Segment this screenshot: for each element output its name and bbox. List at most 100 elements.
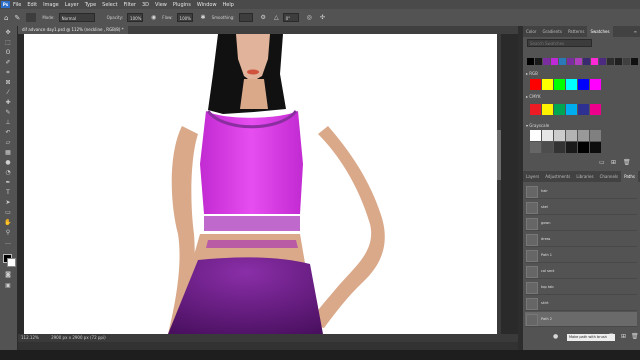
new-swatch-icon[interactable]: ⊞ (611, 159, 616, 166)
recent-swatch[interactable] (559, 58, 566, 65)
rgb-swatch[interactable] (530, 79, 541, 90)
smoothing-field[interactable] (238, 13, 253, 22)
history-brush-tool-icon[interactable]: ↶ (3, 129, 13, 136)
menu-help[interactable]: Help (223, 2, 234, 8)
recent-swatch[interactable] (567, 58, 574, 65)
path-item[interactable]: dress (525, 232, 637, 247)
rgb-swatch[interactable] (578, 79, 589, 90)
screen-mode-icon[interactable]: ▣ (3, 282, 13, 289)
recent-swatch[interactable] (615, 58, 622, 65)
vertical-scroll-thumb[interactable] (497, 130, 501, 180)
menu-layer[interactable]: Layer (65, 2, 79, 8)
symmetry-icon[interactable]: ✣ (320, 14, 325, 21)
brush-preset-picker[interactable] (26, 13, 37, 22)
recent-swatch[interactable] (591, 58, 598, 65)
more-tools-icon[interactable]: … (3, 239, 13, 246)
tab-paths[interactable]: Paths (621, 171, 638, 182)
path-item[interactable]: Path 2 (525, 312, 637, 327)
menu-filter[interactable]: Filter (124, 2, 136, 8)
gradient-tool-icon[interactable]: ▦ (3, 149, 13, 156)
grayscale-swatch[interactable] (578, 130, 589, 141)
recent-swatch[interactable] (583, 58, 590, 65)
grayscale-swatch[interactable] (542, 130, 553, 141)
menu-plugins[interactable]: Plugins (173, 2, 191, 8)
blur-tool-icon[interactable]: ● (3, 159, 13, 166)
swatch-group-cmyk[interactable]: ▸ CMYK (526, 93, 541, 100)
dodge-tool-icon[interactable]: ◔ (3, 169, 13, 176)
grayscale-swatch[interactable] (590, 142, 601, 153)
menu-type[interactable]: Type (85, 2, 96, 8)
rgb-swatch[interactable] (554, 79, 565, 90)
flow-field[interactable]: 100% (176, 13, 193, 22)
rgb-swatch[interactable] (590, 79, 601, 90)
zoom-tool-icon[interactable]: ⚲ (3, 229, 13, 236)
quick-select-tool-icon[interactable]: ✐ (3, 59, 13, 66)
grayscale-swatch[interactable] (566, 130, 577, 141)
menu-image[interactable]: Image (43, 2, 59, 8)
path-item[interactable]: top tab (525, 280, 637, 295)
menu-window[interactable]: Window (197, 2, 217, 8)
grayscale-swatch[interactable] (566, 142, 577, 153)
cmyk-swatch[interactable] (566, 104, 577, 115)
photoshop-logo[interactable]: Ps (1, 1, 10, 8)
recent-swatch[interactable] (599, 58, 606, 65)
grayscale-swatch[interactable] (554, 142, 565, 153)
canvas-area[interactable] (18, 34, 518, 334)
tab-libraries[interactable]: Libraries (573, 171, 596, 182)
frame-tool-icon[interactable]: ⊠ (3, 79, 13, 86)
recent-swatch[interactable] (623, 58, 630, 65)
marquee-tool-icon[interactable]: ⬚ (3, 39, 13, 46)
delete-path-icon[interactable]: 🗑 (631, 333, 639, 340)
vertical-scrollbar[interactable] (497, 34, 501, 334)
new-group-icon[interactable]: ▭ (599, 159, 605, 166)
recent-swatch[interactable] (631, 58, 638, 65)
menu-select[interactable]: Select (102, 2, 117, 8)
cmyk-swatch[interactable] (590, 104, 601, 115)
pressure-size-icon[interactable]: ◎ (307, 14, 312, 21)
tab-patterns[interactable]: Patterns (565, 26, 587, 37)
path-item[interactable]: hair (525, 184, 637, 199)
home-icon[interactable]: ⌂ (4, 14, 8, 22)
type-tool-icon[interactable]: T (3, 189, 13, 196)
delete-swatch-icon[interactable]: 🗑 (623, 159, 631, 166)
zoom-level[interactable]: 112.12% (21, 335, 39, 340)
menu-view[interactable]: View (155, 2, 167, 8)
quick-mask-icon[interactable]: ◙ (3, 271, 13, 278)
brush-tool-icon-left[interactable]: ✎ (3, 109, 13, 116)
opacity-field[interactable]: 100% (127, 13, 144, 22)
grayscale-swatch[interactable] (554, 130, 565, 141)
mode-dropdown[interactable]: Normal (58, 13, 95, 22)
menu-3d[interactable]: 3D (142, 2, 149, 8)
recent-swatch[interactable] (535, 58, 542, 65)
path-select-tool-icon[interactable]: ➤ (3, 199, 13, 206)
tab-layers[interactable]: Layers (523, 171, 542, 182)
panel-menu-icon[interactable]: ≡ (631, 26, 640, 37)
eraser-tool-icon[interactable]: ▱ (3, 139, 13, 146)
path-item[interactable]: gown (525, 216, 637, 231)
lasso-tool-icon[interactable]: ʘ (3, 49, 13, 56)
menu-edit[interactable]: Edit (27, 2, 37, 8)
recent-swatch[interactable] (543, 58, 550, 65)
hand-tool-icon[interactable]: ✋ (3, 219, 13, 226)
background-color-swatch[interactable] (7, 258, 16, 267)
swatch-group-grayscale[interactable]: ▾ Grayscale (526, 122, 549, 129)
new-path-icon[interactable]: ⊞ (621, 333, 626, 340)
path-item[interactable]: skirt (525, 296, 637, 311)
grayscale-swatch[interactable] (530, 142, 541, 153)
grayscale-swatch[interactable] (578, 142, 589, 153)
tab-gradients[interactable]: Gradients (539, 26, 565, 37)
path-item[interactable]: skel (525, 200, 637, 215)
crop-tool-icon[interactable]: ⌗ (3, 69, 13, 76)
rgb-swatch[interactable] (542, 79, 553, 90)
path-item[interactable]: col sect (525, 264, 637, 279)
path-item[interactable]: Path 1 (525, 248, 637, 263)
swatch-group-rgb[interactable]: ▸ RGB (526, 70, 538, 77)
recent-swatch[interactable] (551, 58, 558, 65)
brush-tool-icon[interactable]: ✎ (14, 14, 20, 22)
document-tab[interactable]: dif advance day1.psd @ 112% (neckline , … (18, 26, 128, 34)
rgb-swatch[interactable] (566, 79, 577, 90)
recent-swatch[interactable] (607, 58, 614, 65)
cmyk-swatch[interactable] (554, 104, 565, 115)
airbrush-icon[interactable]: ✱ (201, 14, 206, 21)
fill-path-icon[interactable]: ● (553, 333, 558, 340)
